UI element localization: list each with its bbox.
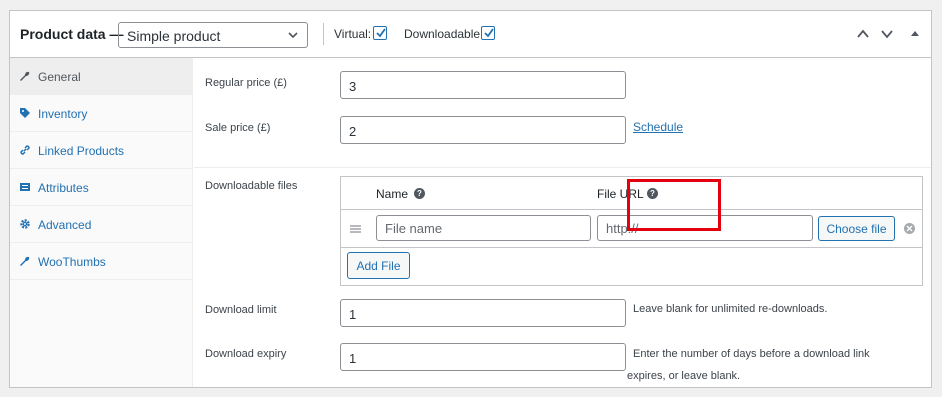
download-expiry-input[interactable]: 1	[340, 343, 626, 371]
general-panel: Regular price (£) 3 Sale price (£) 2 Sch…	[194, 58, 931, 387]
move-up-icon[interactable]	[856, 27, 870, 41]
highlight-box	[627, 179, 721, 231]
file-name-input[interactable]: File name	[376, 215, 591, 241]
tab-woothumbs[interactable]: WooThumbs	[10, 243, 193, 280]
header-divider	[323, 23, 324, 45]
gear-icon	[20, 219, 30, 229]
product-type-select[interactable]: Simple product	[118, 22, 308, 48]
tab-attributes[interactable]: Attributes	[10, 169, 193, 206]
tab-inventory[interactable]: Inventory	[10, 95, 193, 132]
section-divider	[194, 167, 931, 168]
download-limit-description: Leave blank for unlimited re-downloads.	[633, 303, 828, 315]
collapse-toggle-icon[interactable]	[908, 27, 922, 41]
sale-price-label: Sale price (£)	[205, 122, 271, 134]
name-column-header: Name	[376, 187, 409, 201]
link-icon	[20, 145, 30, 155]
tab-label: Advanced	[38, 218, 92, 232]
downloadable-checkbox[interactable]	[481, 26, 495, 40]
product-type-value: Simple product	[127, 28, 221, 44]
check-icon	[376, 28, 386, 38]
virtual-checkbox[interactable]	[373, 26, 387, 40]
close-icon	[906, 225, 913, 232]
downloadable-label: Downloadable:	[404, 27, 484, 41]
wrench-icon	[20, 256, 30, 266]
tab-linked-products[interactable]: Linked Products	[10, 132, 193, 169]
panel-title: Product data —	[20, 26, 124, 42]
schedule-link[interactable]: Schedule	[633, 120, 683, 134]
tab-advanced[interactable]: Advanced	[10, 206, 193, 243]
regular-price-input[interactable]: 3	[340, 71, 626, 99]
add-file-button[interactable]: Add File	[347, 252, 410, 279]
list-icon	[20, 183, 30, 191]
downloadable-files-label: Downloadable files	[205, 180, 298, 192]
move-down-icon[interactable]	[880, 27, 894, 41]
check-icon	[484, 28, 494, 38]
download-limit-label: Download limit	[205, 304, 277, 316]
help-icon[interactable]: ?	[414, 188, 425, 199]
tab-label: Inventory	[38, 107, 88, 121]
sale-price-input[interactable]: 2	[340, 116, 626, 144]
tab-label: Linked Products	[38, 144, 125, 158]
download-expiry-description: Enter the number of days before a downlo…	[627, 343, 923, 387]
tab-label: WooThumbs	[38, 255, 106, 269]
product-data-header: Product data — Simple product Virtual: D…	[10, 11, 931, 58]
download-expiry-desc-line1: Enter the number of days before a downlo…	[633, 348, 870, 360]
tag-icon	[20, 108, 30, 118]
tab-label: General	[38, 70, 81, 84]
tab-general[interactable]: General	[10, 58, 193, 95]
drag-handle-icon[interactable]	[350, 225, 361, 233]
virtual-label: Virtual:	[334, 27, 372, 41]
remove-file-icon[interactable]	[904, 223, 915, 234]
product-data-panel: Product data — Simple product Virtual: D…	[9, 10, 932, 388]
tab-label: Attributes	[38, 181, 89, 195]
wrench-icon	[20, 71, 30, 81]
download-limit-input[interactable]: 1	[340, 299, 626, 327]
regular-price-label: Regular price (£)	[205, 77, 287, 89]
download-expiry-label: Download expiry	[205, 348, 287, 360]
chevron-down-icon	[288, 32, 298, 39]
choose-file-button[interactable]: Choose file	[818, 216, 895, 241]
product-data-tabs: General Inventory Linked Products Attrib…	[10, 58, 193, 387]
download-expiry-desc-line2: expires, or leave blank.	[627, 370, 741, 382]
